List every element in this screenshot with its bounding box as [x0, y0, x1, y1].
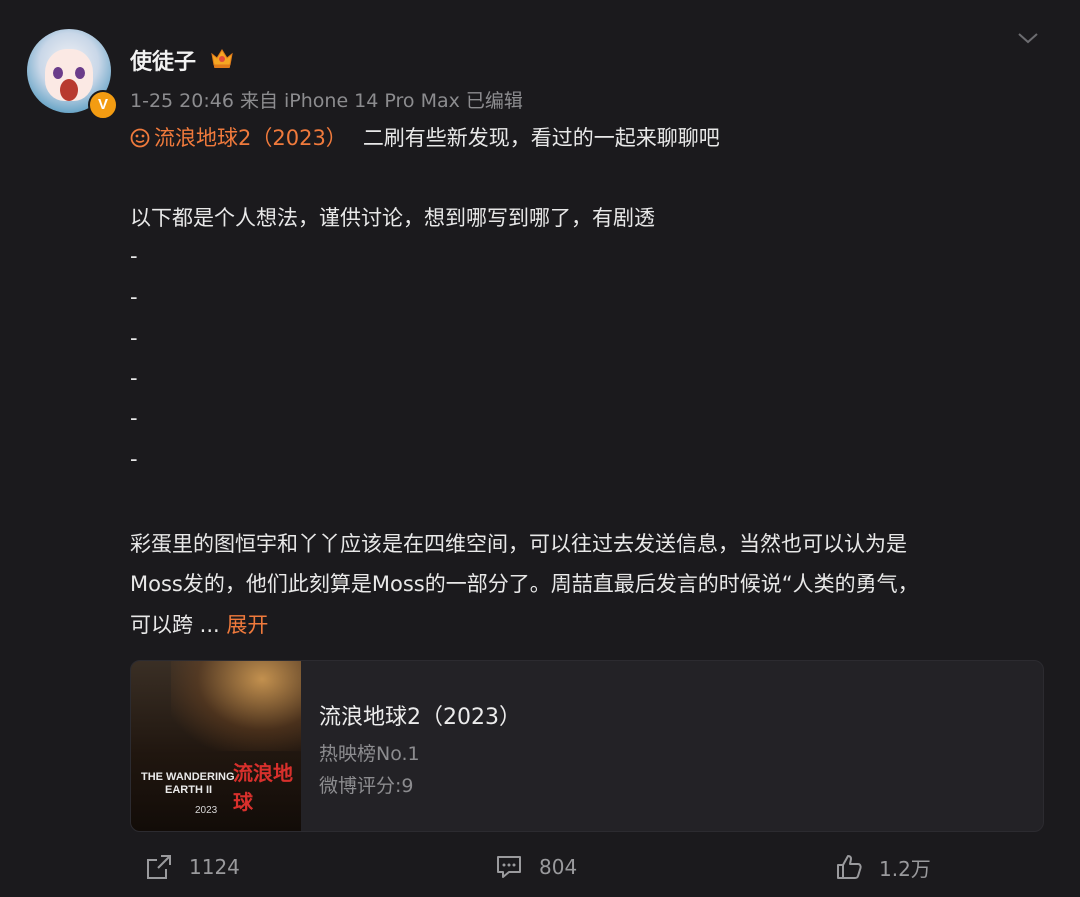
topic-link[interactable]: 流浪地球2（2023）	[154, 126, 347, 150]
comment-count: 804	[539, 855, 578, 879]
card-title: 流浪地球2（2023）	[319, 705, 521, 730]
body-paragraph-line-last: 可以跨 ... 展开	[130, 609, 268, 639]
verified-badge: V	[88, 90, 118, 120]
poster-cn-title: 流浪地球	[233, 761, 293, 814]
movie-card[interactable]: 流浪地球 THE WANDERING EARTH II 2023 流浪地球2（2…	[130, 660, 1044, 832]
dash-line: -	[130, 285, 138, 309]
poster-title-line2: EARTH II	[165, 784, 213, 796]
poster-glow	[171, 661, 301, 751]
crown-icon	[211, 49, 233, 68]
dash-line: -	[130, 244, 138, 268]
like-button[interactable]: 1.2万	[835, 852, 931, 882]
poster-year: 2023	[195, 805, 218, 816]
truncated-text: 可以跨 ...	[130, 613, 220, 637]
body-paragraph-line: Moss发的，他们此刻算是Moss的一部分了。周喆直最后发言的时候说“人类的勇气…	[130, 572, 919, 596]
dash-line: -	[130, 366, 138, 390]
body-paragraph-line: 彩蛋里的图恒宇和丫丫应该是在四维空间，可以往过去发送信息，当然也可以认为是	[130, 532, 907, 556]
dash-line: -	[130, 447, 138, 471]
card-rating: 微博评分:9	[319, 775, 414, 797]
like-count: 1.2万	[879, 856, 931, 881]
card-rank: 热映榜No.1	[319, 743, 420, 765]
topic-line: 流浪地球2（2023） 二刷有些新发现，看过的一起来聊聊吧	[130, 122, 720, 152]
comment-icon	[497, 856, 521, 878]
dash-line: -	[130, 406, 138, 430]
comment-button[interactable]: 804	[495, 852, 577, 882]
topic-text: 二刷有些新发现，看过的一起来聊聊吧	[362, 126, 720, 150]
expand-link[interactable]: 展开	[226, 613, 268, 637]
post-meta: 1-25 20:46 来自 iPhone 14 Pro Max 已编辑	[130, 90, 523, 112]
avatar-eye	[53, 67, 63, 79]
repost-count: 1124	[189, 855, 240, 879]
topic-icon	[130, 128, 150, 148]
dash-line: -	[130, 326, 138, 350]
thumbs-up-icon	[837, 855, 862, 879]
share-icon	[147, 855, 171, 879]
avatar-eye	[75, 67, 85, 79]
repost-button[interactable]: 1124	[145, 852, 240, 882]
movie-poster: 流浪地球 THE WANDERING EARTH II 2023	[131, 661, 301, 831]
body-line: 以下都是个人想法，谨供讨论，想到哪写到哪了，有剧透	[130, 206, 655, 230]
chevron-down-icon[interactable]	[1016, 30, 1040, 46]
poster-title-line1: THE WANDERING	[141, 771, 235, 783]
avatar-mouth	[60, 79, 78, 101]
username[interactable]: 使徒子	[130, 44, 196, 76]
